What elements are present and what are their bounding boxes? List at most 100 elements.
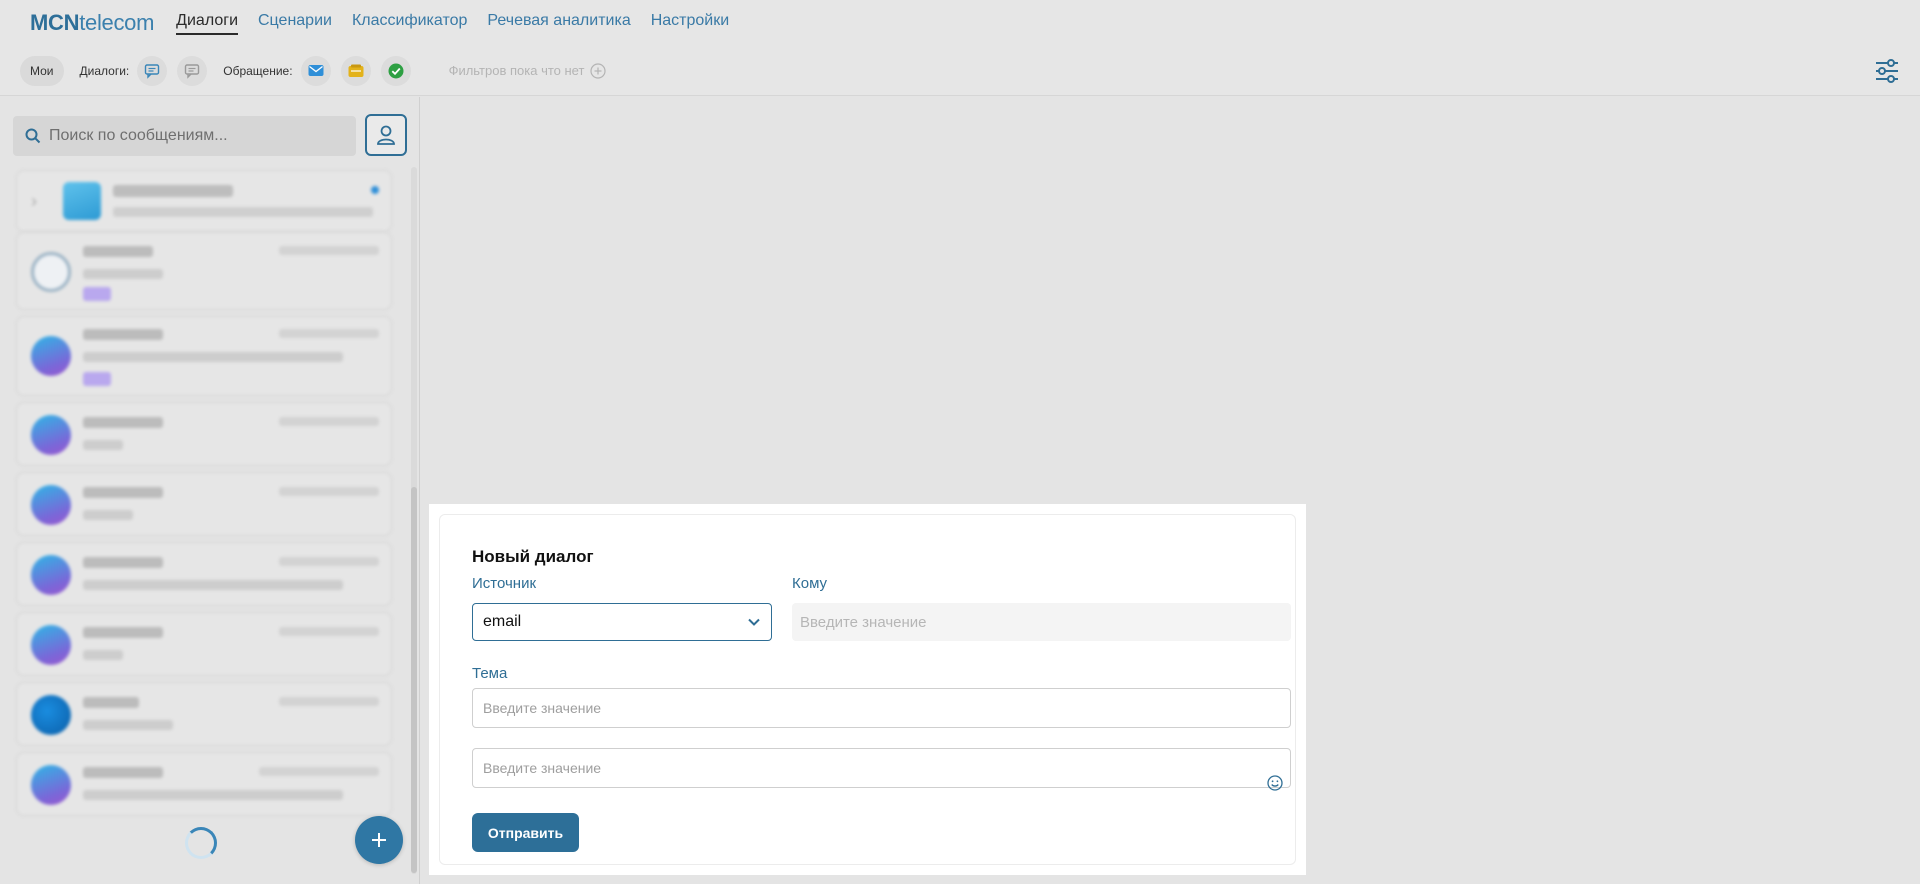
list-item-name <box>83 487 163 498</box>
list-item-time <box>279 627 379 636</box>
user-icon <box>377 125 395 145</box>
folder-icon <box>348 64 364 77</box>
dialog-list: › <box>16 170 392 822</box>
list-item-name <box>83 417 163 428</box>
nav-dialogs[interactable]: Диалоги <box>176 12 238 35</box>
mail-icon <box>308 64 324 76</box>
avatar <box>31 485 71 525</box>
list-item-preview <box>83 440 123 450</box>
loading-spinner-icon <box>185 827 217 859</box>
list-item-name <box>113 185 233 197</box>
list-item-preview <box>83 510 133 520</box>
unread-dot <box>371 186 379 194</box>
emoji-icon[interactable] <box>1267 775 1283 791</box>
top-navigation: MCNtelecom Диалоги Сценарии Классификато… <box>0 0 1920 46</box>
logo-telecom: telecom <box>79 10 155 35</box>
filter-appeal-label: Обращение: <box>223 63 293 78</box>
list-item-name <box>83 329 163 340</box>
list-item-preview <box>83 720 173 730</box>
list-item-name <box>83 697 139 708</box>
nav-settings[interactable]: Настройки <box>651 12 729 35</box>
logo-mcn: MCN <box>30 10 80 35</box>
send-button[interactable]: Отправить <box>472 813 579 852</box>
recipient-input[interactable] <box>792 603 1291 641</box>
avatar <box>31 415 71 455</box>
contacts-button[interactable] <box>365 114 407 156</box>
filter-appeal-resolved[interactable] <box>380 55 411 86</box>
list-item-tag <box>83 372 111 386</box>
chat-outline-icon <box>185 63 200 79</box>
avatar <box>31 336 71 376</box>
filter-appeal-mail[interactable] <box>300 55 331 86</box>
list-item[interactable] <box>16 316 392 396</box>
list-item-name <box>83 627 163 638</box>
dialogs-sidebar: › <box>0 97 420 884</box>
message-search <box>13 116 356 156</box>
avatar <box>31 252 71 292</box>
list-item[interactable] <box>16 682 392 746</box>
list-item-time <box>279 417 379 426</box>
message-input[interactable] <box>472 748 1291 788</box>
list-item[interactable] <box>16 542 392 606</box>
list-scrollbar-thumb[interactable] <box>411 487 417 873</box>
no-filters-hint: Фильтров пока что нет <box>448 62 607 79</box>
nav-speech-analytics[interactable]: Речевая аналитика <box>487 12 630 35</box>
filter-dialog-active[interactable] <box>137 55 168 86</box>
avatar <box>31 695 71 735</box>
filter-bar: Мои Диалоги: Обращение: Фильтров пока чт… <box>0 46 1920 96</box>
chevron-right-icon: › <box>31 191 37 211</box>
list-item-name <box>83 557 163 568</box>
filter-dialogs-label: Диалоги: <box>79 63 130 78</box>
filter-appeal-folder[interactable] <box>340 55 371 86</box>
list-item[interactable]: › <box>16 170 392 232</box>
subject-input[interactable] <box>472 688 1291 728</box>
nav-links: Диалоги Сценарии Классификатор Речевая а… <box>176 12 729 35</box>
source-label: Источник <box>472 575 537 592</box>
list-item-preview <box>83 352 343 362</box>
list-item-name <box>83 767 163 778</box>
list-item[interactable] <box>16 402 392 466</box>
list-item-time <box>279 329 379 338</box>
plus-icon <box>372 833 386 847</box>
filter-mine-chip[interactable]: Мои <box>20 55 64 86</box>
list-item-preview <box>83 580 343 590</box>
new-dialog-panel: Новый диалог Источник email Кому Тема От… <box>429 504 1306 875</box>
no-filters-text: Фильтров пока что нет <box>448 63 585 78</box>
avatar <box>31 765 71 805</box>
list-item-preview <box>113 207 373 217</box>
list-item[interactable] <box>16 472 392 536</box>
nav-scenarios[interactable]: Сценарии <box>258 12 332 35</box>
filter-dialog-inactive[interactable] <box>177 55 208 86</box>
source-select[interactable]: email <box>472 603 772 641</box>
list-item[interactable] <box>16 612 392 676</box>
avatar <box>31 625 71 665</box>
list-item-tag <box>83 287 111 301</box>
chat-icon <box>145 63 160 79</box>
source-select-value: email <box>483 613 522 630</box>
sliders-icon <box>1876 59 1898 83</box>
search-icon <box>25 128 41 144</box>
filter-settings-button[interactable] <box>1870 54 1904 88</box>
message-search-input[interactable] <box>49 127 339 145</box>
list-item-preview <box>83 269 163 279</box>
nav-classifier[interactable]: Классификатор <box>352 12 467 35</box>
list-item[interactable] <box>16 232 392 310</box>
add-filter-icon[interactable] <box>590 62 607 79</box>
new-dialog-button[interactable] <box>355 816 403 864</box>
list-item[interactable] <box>16 752 392 816</box>
list-item-name <box>83 246 153 257</box>
new-dialog-form: Новый диалог Источник email Кому Тема От… <box>439 514 1296 865</box>
subject-label: Тема <box>472 665 508 682</box>
avatar <box>63 182 101 220</box>
avatar <box>31 555 71 595</box>
list-item-time <box>259 767 379 776</box>
list-item-time <box>279 246 379 255</box>
list-item-time <box>279 697 379 706</box>
list-item-preview <box>83 650 123 660</box>
new-dialog-title: Новый диалог <box>472 547 594 566</box>
check-circle-icon <box>388 63 404 78</box>
list-item-time <box>279 487 379 496</box>
list-item-preview <box>83 790 343 800</box>
recipient-label: Кому <box>792 575 828 592</box>
logo[interactable]: MCNtelecom <box>30 10 154 36</box>
